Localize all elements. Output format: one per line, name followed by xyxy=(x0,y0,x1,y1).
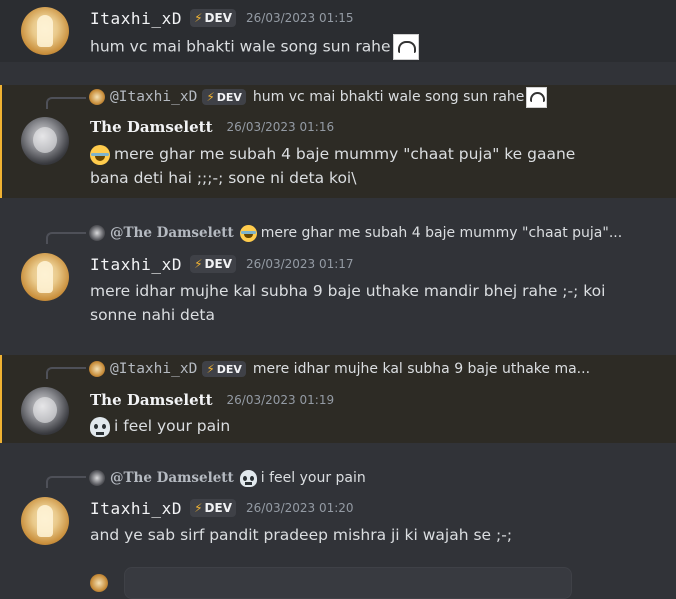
timestamp: 26/03/2023 01:17 xyxy=(246,257,354,271)
message-content: i feel your pain xyxy=(90,414,650,438)
dev-badge: ⚡ DEV xyxy=(202,89,246,105)
timestamp: 26/03/2023 01:16 xyxy=(226,120,335,134)
reply-text: mere ghar me subah 4 baje mummy "chaat p… xyxy=(260,225,623,241)
message-content: hum vc mai bhakti wale song sun rahe xyxy=(90,34,650,60)
timestamp: 26/03/2023 01:15 xyxy=(246,11,354,25)
face-with-tears-of-joy-icon xyxy=(239,224,257,242)
skull-icon xyxy=(239,469,257,487)
reply-preview[interactable]: @Itaxhi_xD ⚡ DEV hum vc mai bhakti wale s… xyxy=(89,86,548,108)
avatar xyxy=(89,89,105,105)
reply-preview[interactable]: @The Damselett mere ghar me subah 4 baje… xyxy=(89,223,622,243)
message-content: mere ghar me subah 4 baje mummy "chaat p… xyxy=(90,144,576,187)
reply-connector xyxy=(46,476,86,488)
lightning-bolt-icon: ⚡ xyxy=(194,257,203,271)
reply-text: i feel your pain xyxy=(260,470,366,486)
avatar xyxy=(89,361,105,377)
message-header: The Damselett 26/03/2023 01:19 xyxy=(90,389,334,411)
avatar xyxy=(90,574,108,592)
lightning-bolt-icon: ⚡ xyxy=(194,11,203,25)
message-header: Itaxhi_xD ⚡ DEV 26/03/2023 01:20 xyxy=(90,497,354,519)
reply-preview[interactable]: @Itaxhi_xD ⚡ DEV mere idhar mujhe kal sub… xyxy=(89,359,590,379)
face-with-tears-of-joy-icon xyxy=(90,144,110,165)
message-content: and ye sab sirf pandit pradeep mishra ji… xyxy=(90,526,513,544)
lightning-bolt-icon: ⚡ xyxy=(206,90,215,104)
message-1: Itaxhi_xD ⚡ DEV 26/03/2023 01:15 hum vc m… xyxy=(0,0,676,62)
dev-badge[interactable]: ⚡ DEV xyxy=(190,255,236,273)
message-4: @Itaxhi_xD ⚡ DEV mere idhar mujhe kal sub… xyxy=(0,355,676,443)
username[interactable]: Itaxhi_xD xyxy=(90,499,182,518)
dev-badge: ⚡ DEV xyxy=(202,361,246,377)
message-header: Itaxhi_xD ⚡ DEV 26/03/2023 01:15 xyxy=(90,7,354,29)
avatar xyxy=(89,225,105,241)
reply-connector xyxy=(46,232,86,244)
avatar[interactable] xyxy=(21,497,69,545)
reply-preview[interactable]: @The Damselett i feel your pain xyxy=(89,468,366,488)
avatar[interactable] xyxy=(21,387,69,435)
reply-text: mere idhar mujhe kal subha 9 baje uthake… xyxy=(252,361,591,377)
avatar[interactable] xyxy=(21,7,69,55)
dev-badge[interactable]: ⚡ DEV xyxy=(190,499,236,517)
username[interactable]: Itaxhi_xD xyxy=(90,9,182,28)
message-header: Itaxhi_xD ⚡ DEV 26/03/2023 01:17 xyxy=(90,253,354,275)
reply-connector xyxy=(46,97,86,109)
sticker-emoji-icon xyxy=(392,34,419,60)
username[interactable]: The Damselett xyxy=(90,391,213,409)
lightning-bolt-icon: ⚡ xyxy=(194,501,203,515)
reply-username[interactable]: @Itaxhi_xD xyxy=(110,89,197,105)
message-content: mere idhar mujhe kal subha 9 baje uthake… xyxy=(90,282,606,324)
message-5: @The Damselett i feel your pain Itaxhi_x… xyxy=(0,464,676,564)
timestamp: 26/03/2023 01:20 xyxy=(246,501,354,515)
message-2: @Itaxhi_xD ⚡ DEV hum vc mai bhakti wale s… xyxy=(0,85,676,198)
reply-username[interactable]: @Itaxhi_xD xyxy=(110,361,197,377)
avatar[interactable] xyxy=(21,117,69,165)
skull-icon xyxy=(90,416,110,437)
timestamp: 26/03/2023 01:19 xyxy=(226,393,335,407)
message-3: @The Damselett mere ghar me subah 4 baje… xyxy=(0,220,676,340)
dev-badge[interactable]: ⚡ DEV xyxy=(190,9,236,27)
username[interactable]: The Damselett xyxy=(90,118,213,136)
reply-text: hum vc mai bhakti wale song sun rahe xyxy=(252,89,525,105)
message-input[interactable] xyxy=(124,567,572,599)
reply-connector xyxy=(46,367,86,379)
reply-username[interactable]: @The Damselett xyxy=(110,225,234,241)
avatar[interactable] xyxy=(21,253,69,301)
avatar xyxy=(89,470,105,486)
message-header: The Damselett 26/03/2023 01:16 xyxy=(90,116,334,138)
username[interactable]: Itaxhi_xD xyxy=(90,255,182,274)
reply-username[interactable]: @The Damselett xyxy=(110,470,234,486)
lightning-bolt-icon: ⚡ xyxy=(206,362,215,376)
sticker-emoji-icon xyxy=(526,86,548,108)
